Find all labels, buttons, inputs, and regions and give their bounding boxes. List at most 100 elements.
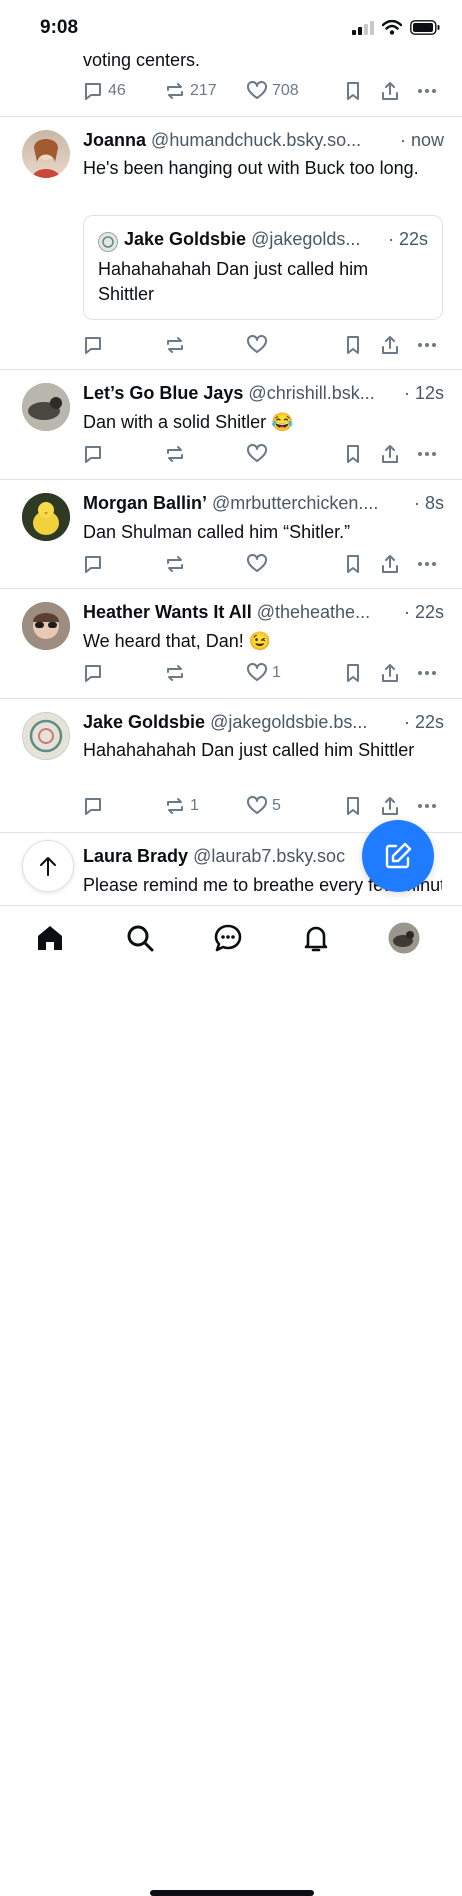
repost-button[interactable] [165,333,190,357]
avatar[interactable] [22,493,70,541]
bookmark-icon [347,555,359,573]
repost-button[interactable] [165,661,190,685]
reply-button[interactable] [83,442,108,466]
like-count: 1 [272,664,281,681]
avatar[interactable] [22,130,70,178]
quoted-post[interactable]: Jake Goldsbie @jakegolds... · 22s Hahaha… [83,215,443,320]
more-button[interactable] [417,442,437,466]
post-header: Let’s Go Blue Jays @chrishill.bsk... [83,383,444,404]
reply-button[interactable] [83,661,108,685]
author-name[interactable]: Joanna [83,130,146,150]
more-button[interactable] [417,794,437,818]
compose-button[interactable] [362,820,434,892]
repost-button[interactable] [165,442,190,466]
search-icon [127,925,154,952]
repost-icon [167,665,183,681]
post-text: Dan Shulman called him “Shitler.” [83,522,351,542]
like-button[interactable]: 5 [247,794,281,818]
author-handle[interactable]: @mrbutterchicken.... [212,493,378,513]
like-button[interactable]: 708 [247,79,299,103]
reply-button[interactable]: 46 [83,79,126,103]
author-handle[interactable]: @laurab7.bsky.soc [193,846,345,866]
reply-count: 46 [108,82,126,99]
post-header: Joanna @humandchuck.bsky.so... [83,130,444,151]
more-button[interactable] [417,79,437,103]
reply-button[interactable] [83,552,108,576]
repost-button[interactable] [165,552,190,576]
bookmark-button[interactable] [343,442,363,466]
post-actions [83,442,443,466]
author-handle[interactable]: @humandchuck.bsky.so... [151,130,361,150]
tab-search[interactable] [122,920,158,956]
bookmark-icon [347,664,359,682]
feed-post[interactable]: Heather Wants It All @theheathe... · 22s… [0,589,462,699]
share-button[interactable] [380,442,400,466]
author-name[interactable]: Jake Goldsbie [83,712,205,732]
bookmark-button[interactable] [343,79,363,103]
author-name[interactable]: Let’s Go Blue Jays [83,383,243,403]
signal-icon [352,20,374,35]
share-button[interactable] [380,661,400,685]
feed-post[interactable]: Jake Goldsbie @jakegoldsbie.bs... · 22s … [0,699,462,833]
tab-home[interactable] [32,920,68,956]
like-count: 5 [272,797,281,814]
like-button[interactable] [247,442,272,466]
share-button[interactable] [380,333,400,357]
share-button[interactable] [380,79,400,103]
bookmark-button[interactable] [343,661,363,685]
avatar[interactable] [22,712,70,760]
share-icon [382,555,398,573]
repost-count: 217 [190,82,217,99]
feed-post[interactable]: Let’s Go Blue Jays @chrishill.bsk... · 1… [0,370,462,480]
like-button[interactable] [247,552,272,576]
status-time: 9:08 [40,17,79,38]
bookmark-icon [347,797,359,815]
post-time: · 8s [409,493,444,514]
more-button[interactable] [417,661,437,685]
post-time: · now [395,130,444,151]
more-icon [418,804,436,808]
repost-count: 1 [190,797,199,814]
repost-button[interactable]: 217 [165,79,217,103]
author-handle[interactable]: @chrishill.bsk... [248,383,374,403]
feed-post[interactable]: Morgan Ballin’ @mrbutterchicken.... · 8s… [0,480,462,589]
more-button[interactable] [417,552,437,576]
tab-chat[interactable] [210,920,246,956]
author-handle[interactable]: @jakegoldsbie.bs... [210,712,367,732]
wifi-icon [382,20,402,35]
author-handle[interactable]: @theheathe... [257,602,370,622]
repost-button[interactable]: 1 [165,794,199,818]
heart-icon [247,554,267,572]
repost-icon [167,556,183,572]
repost-icon [167,798,183,814]
share-button[interactable] [380,794,400,818]
avatar-image [23,713,69,759]
author-name[interactable]: Heather Wants It All [83,602,252,622]
author-name[interactable]: Laura Brady [83,846,188,866]
tab-profile[interactable] [386,920,422,956]
avatar[interactable] [22,383,70,431]
heart-icon [247,796,267,814]
reply-button[interactable] [83,794,108,818]
tab-notifications[interactable] [298,920,334,956]
like-button[interactable]: 1 [247,661,281,685]
share-button[interactable] [380,552,400,576]
reply-icon [85,337,101,354]
scroll-to-top-button[interactable] [22,840,74,892]
status-icons [352,20,440,35]
more-icon [418,671,436,675]
bookmark-button[interactable] [343,333,363,357]
feed-post[interactable]: Joanna @humandchuck.bsky.so... · now He'… [0,117,462,370]
feed[interactable]: voting centers. 46 217 708 Joanna @human… [0,0,462,905]
like-button[interactable] [247,333,272,357]
bookmark-button[interactable] [343,552,363,576]
post-text: We heard that, Dan! 😉 [83,631,272,651]
avatar[interactable] [22,602,70,650]
quote-avatar [98,232,118,252]
home-indicator [150,1890,314,1896]
reply-button[interactable] [83,333,108,357]
like-count: 708 [272,82,299,99]
more-button[interactable] [417,333,437,357]
bookmark-button[interactable] [343,794,363,818]
author-name[interactable]: Morgan Ballin’ [83,493,207,513]
